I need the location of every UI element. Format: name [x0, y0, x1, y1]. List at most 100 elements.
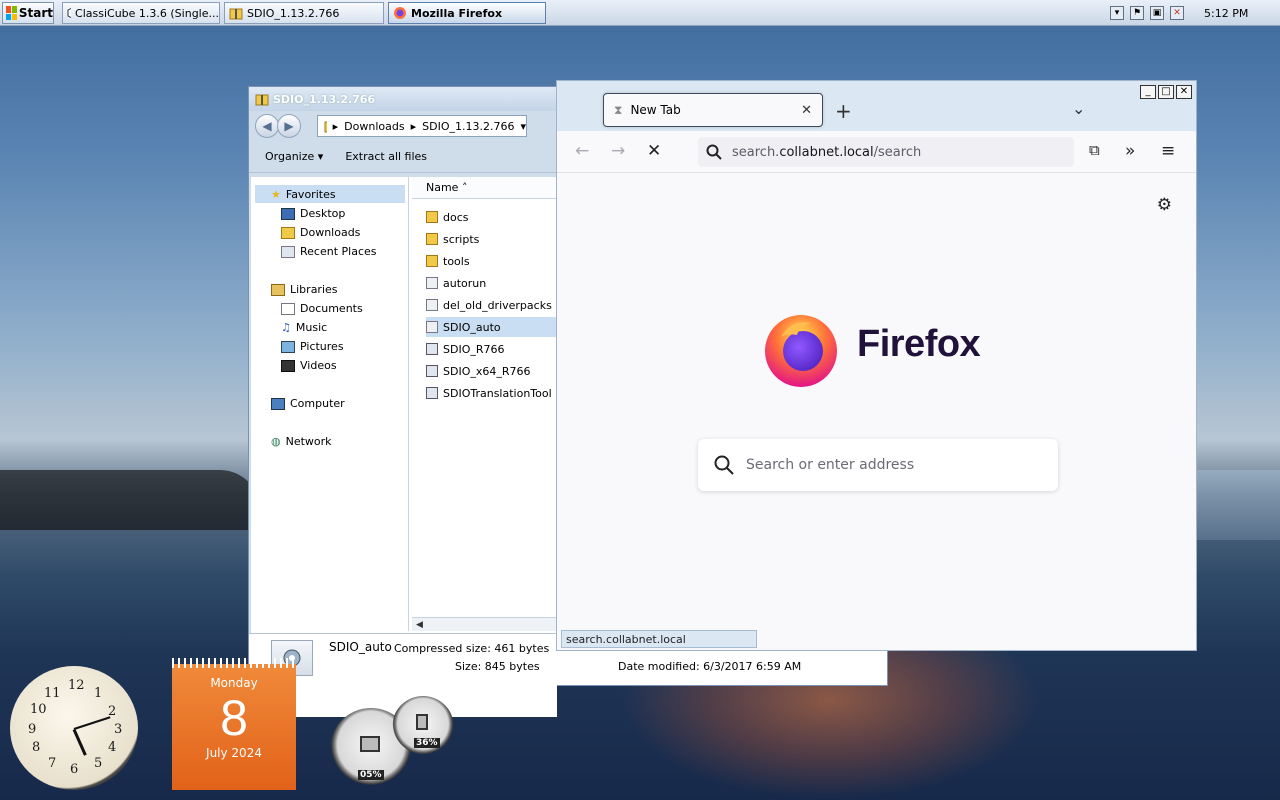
extensions-icon[interactable]: ⧉ [1089, 141, 1100, 159]
breadcrumb-sdio[interactable]: SDIO_1.13.2.766 [422, 120, 514, 133]
nav-music[interactable]: ♫ Music [281, 321, 327, 334]
start-button[interactable]: Start [2, 2, 54, 24]
nav-desktop[interactable]: Desktop [281, 207, 345, 220]
explorer-title: SDIO_1.13.2.766 [273, 92, 376, 106]
tab-title: New Tab [630, 103, 681, 117]
libraries-icon [271, 283, 285, 296]
memory-meter-gadget[interactable]: 36% [392, 696, 454, 758]
file-item[interactable]: SDIOTranslationTool [426, 383, 558, 403]
nav-recent-places[interactable]: Recent Places [281, 245, 377, 258]
hour-hand [72, 728, 87, 756]
breadcrumb-downloads[interactable]: Downloads [344, 120, 404, 133]
file-label: SDIO_x64_R766 [443, 364, 531, 378]
file-item[interactable]: tools [426, 251, 558, 271]
tab-strip: _ □ ✕ ⧗ New Tab ✕ + ⌄ [557, 81, 1196, 131]
maximize-button[interactable]: □ [1158, 85, 1174, 99]
hamburger-menu-icon[interactable]: ≡ [1161, 141, 1175, 161]
file-label: SDIO_R766 [443, 342, 505, 356]
pictures-icon [281, 340, 295, 353]
stop-icon[interactable]: ✕ [647, 141, 661, 161]
task-label: ClassiCube 1.3.6 (Single... [75, 6, 219, 20]
extract-all-button[interactable]: Extract all files [345, 150, 427, 163]
nav-pictures[interactable]: Pictures [281, 340, 344, 353]
clock-gadget[interactable]: 12 1 2 3 4 5 6 7 8 9 10 11 [10, 666, 138, 790]
file-item[interactable]: SDIO_R766 [426, 339, 558, 359]
nav-toolbar: ← → ✕ search.collabnet.local/search ⧉ » … [557, 131, 1196, 173]
gear-icon[interactable]: ⚙ [1157, 195, 1172, 215]
star-icon: ★ [271, 187, 281, 201]
clock-numeral: 12 [68, 678, 85, 693]
url-domain: collabnet.local [779, 144, 874, 160]
back-arrow-icon[interactable]: ← [575, 141, 589, 161]
close-window-button[interactable]: ✕ [1176, 85, 1192, 99]
file-item[interactable]: del_old_driverpacks [426, 295, 558, 315]
desktop-icon [281, 207, 295, 220]
exe-file-icon [426, 387, 438, 399]
file-label: del_old_driverpacks [443, 298, 552, 312]
horizontal-scrollbar[interactable]: ◀ [412, 617, 558, 631]
file-label: docs [443, 210, 469, 224]
calendar-gadget[interactable]: Monday 8 July 2024 [172, 658, 296, 790]
file-label: SDIO_auto [443, 320, 501, 334]
file-item[interactable]: SDIO_x64_R766 [426, 361, 558, 381]
task-classicube[interactable]: ClassiCube 1.3.6 (Single... [62, 2, 220, 24]
memory-percent: 36% [414, 738, 440, 748]
folder-icon [426, 255, 438, 267]
nav-favorites[interactable]: ★ Favorites [255, 185, 405, 203]
forward-arrow-icon[interactable]: → [611, 141, 625, 161]
breadcrumb-sep-icon: ▸ [410, 119, 417, 133]
file-label: tools [443, 254, 470, 268]
file-item[interactable]: scripts [426, 229, 558, 249]
task-sdio[interactable]: SDIO_1.13.2.766 [224, 2, 384, 24]
chevron-down-icon[interactable]: ▾ [520, 120, 526, 133]
minimize-button[interactable]: _ [1140, 85, 1156, 99]
newtab-search-input[interactable]: Search or enter address [698, 439, 1058, 491]
task-label: Mozilla Firefox [411, 6, 503, 20]
nav-downloads[interactable]: Downloads [281, 226, 360, 239]
details-size: Size: 845 bytes [455, 660, 540, 673]
navigation-pane: ★ Favorites Desktop Downloads Recent Plac… [251, 177, 409, 631]
file-item[interactable]: docs [426, 207, 558, 227]
nav-label: Libraries [290, 283, 338, 296]
overflow-chevrons-icon[interactable]: » [1125, 141, 1135, 161]
organize-button[interactable]: Organize ▾ [265, 150, 323, 163]
volume-muted-icon[interactable]: ✕ [1170, 6, 1184, 20]
file-label: SDIOTranslationTool [443, 386, 552, 400]
music-icon: ♫ [281, 321, 291, 334]
nav-network[interactable]: ◍ Network [271, 435, 332, 448]
back-button[interactable]: ◀ [255, 114, 279, 138]
clock-numeral: 9 [28, 722, 37, 737]
nav-documents[interactable]: Documents [281, 302, 363, 315]
firefox-logo-icon [765, 315, 837, 387]
file-item[interactable]: autorun [426, 273, 558, 293]
column-label: Name [426, 181, 459, 194]
flag-icon[interactable]: ⚑ [1130, 6, 1144, 20]
nav-label: Desktop [300, 207, 346, 220]
zip-folder-icon [229, 8, 243, 20]
url-path: /search [873, 144, 922, 160]
network-icon[interactable]: ▣ [1150, 6, 1164, 20]
start-label: Start [18, 6, 53, 20]
file-item-selected[interactable]: SDIO_auto [426, 317, 558, 337]
url-bar[interactable]: search.collabnet.local/search [698, 137, 1074, 167]
column-header-name[interactable]: Name ˄ [412, 177, 558, 199]
task-firefox[interactable]: Mozilla Firefox [388, 2, 546, 24]
forward-button[interactable]: ▶ [277, 114, 301, 138]
firefox-window: _ □ ✕ ⧗ New Tab ✕ + ⌄ ← → ✕ search.colla… [556, 80, 1197, 651]
nav-libraries[interactable]: Libraries [271, 283, 338, 296]
far-shore [1190, 470, 1280, 540]
minute-hand [73, 716, 111, 730]
scroll-left-icon[interactable]: ◀ [416, 620, 423, 630]
new-tab-button[interactable]: + [835, 99, 852, 123]
taskbar-clock[interactable]: 5:12 PM [1204, 7, 1248, 20]
list-all-tabs-button[interactable]: ⌄ [1072, 99, 1085, 118]
nav-videos[interactable]: Videos [281, 359, 337, 372]
tab-new-tab[interactable]: ⧗ New Tab ✕ [603, 93, 823, 127]
firefox-icon [394, 7, 406, 19]
tray-expand-icon[interactable]: ▾ [1110, 6, 1124, 20]
settings-file-icon [426, 277, 438, 289]
videos-icon [281, 359, 295, 372]
nav-computer[interactable]: Computer [271, 397, 345, 410]
close-tab-icon[interactable]: ✕ [801, 103, 812, 118]
address-bar[interactable]: ▸ Downloads ▸ SDIO_1.13.2.766 ▾ [317, 115, 527, 137]
